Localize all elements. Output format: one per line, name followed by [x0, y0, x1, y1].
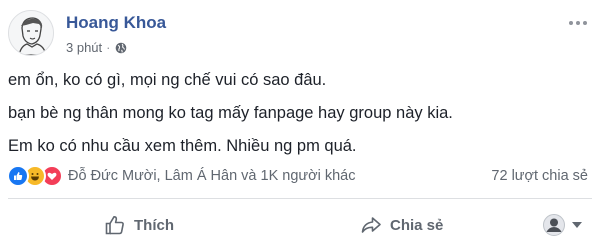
more-options-icon[interactable] [568, 10, 588, 31]
chevron-down-icon[interactable] [572, 222, 582, 228]
globe-icon[interactable] [115, 42, 127, 54]
author-avatar[interactable] [8, 10, 54, 56]
share-count[interactable]: 72 lượt chia sẻ [491, 168, 588, 184]
facebook-post: Hoang Khoa 3 phút · em ổn, ko có gì, mọi… [0, 0, 600, 252]
post-line: em ổn, ko có gì, mọi ng chế vui có sao đ… [8, 71, 327, 89]
share-arrow-icon [361, 217, 381, 233]
sketch-portrait-icon [9, 11, 53, 55]
post-line: Em ko có nhu cầu xem thêm. Nhiều ng pm q… [8, 137, 357, 155]
post-content: em ổn, ko có gì, mọi ng chế vui có sao đ… [8, 69, 588, 168]
viewer-selector[interactable] [543, 214, 582, 236]
post-time[interactable]: 3 phút [66, 40, 102, 55]
author-name[interactable]: Hoang Khoa [66, 13, 166, 33]
share-button[interactable]: Chia sẻ [360, 205, 443, 245]
like-label: Thích [134, 216, 174, 234]
thumbs-up-icon [105, 215, 124, 235]
action-bar: Thích Chia sẻ [0, 205, 600, 245]
reaction-names[interactable]: Đỗ Đức Mười, Lâm Á Hân và 1K người khác [68, 168, 491, 184]
reaction-icons[interactable] [7, 165, 63, 187]
like-button[interactable]: Thích [104, 205, 174, 245]
share-label: Chia sẻ [390, 216, 444, 234]
divider [8, 198, 592, 199]
like-reaction-icon[interactable] [7, 165, 29, 187]
post-line: bạn bè ng thân mong ko tag mấy fanpage h… [8, 104, 453, 122]
post-meta: 3 phút · [66, 40, 127, 55]
viewer-avatar [543, 214, 565, 236]
reactions-bar: Đỗ Đức Mười, Lâm Á Hân và 1K người khác … [7, 165, 588, 187]
meta-separator: · [106, 40, 111, 55]
